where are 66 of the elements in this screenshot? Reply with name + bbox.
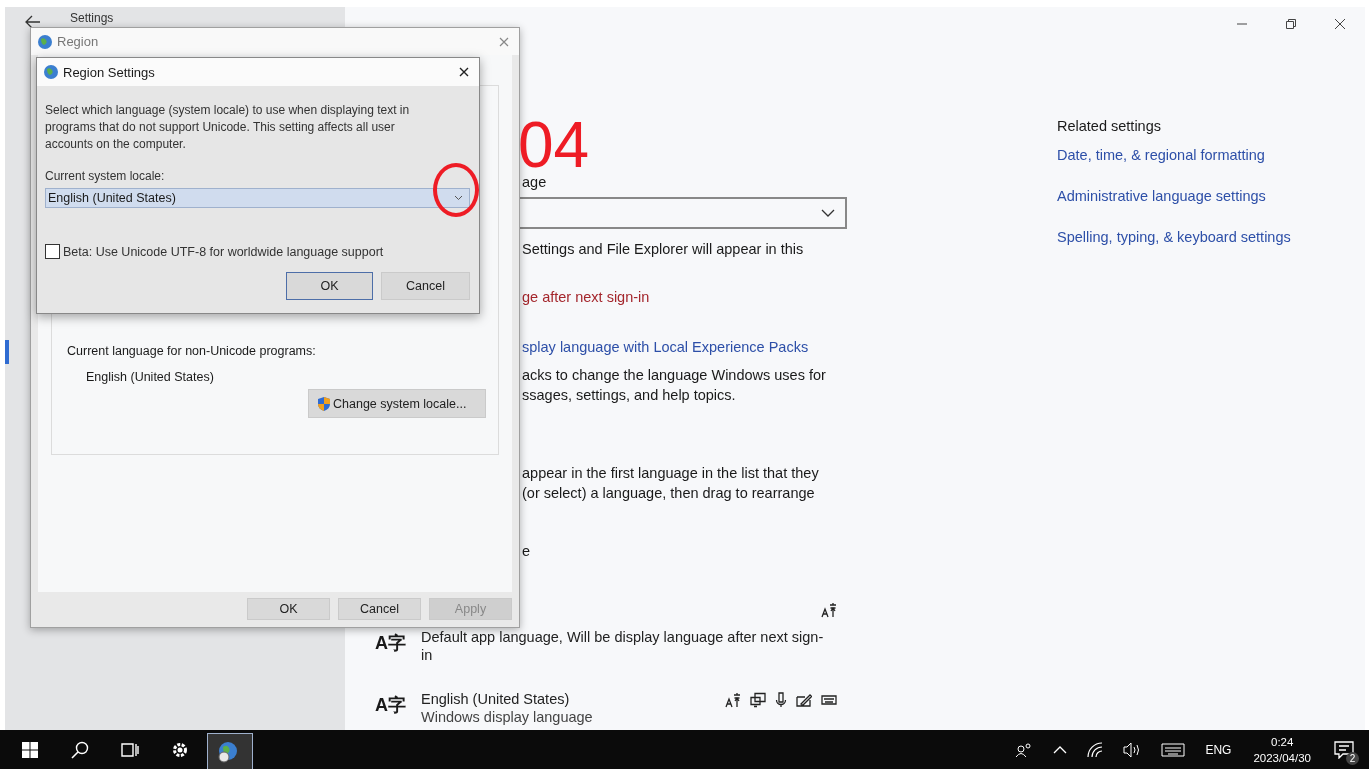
pen-icon — [796, 692, 812, 708]
chevron-up-icon[interactable] — [1053, 745, 1068, 754]
link[interactable]: Administrative language settings — [1057, 186, 1291, 206]
monitor-icon — [750, 692, 766, 708]
dialog-button[interactable]: OK — [247, 598, 330, 620]
language-description: Default app language, Will be display language after next sign-in — [421, 628, 825, 664]
annotation-circle — [433, 163, 479, 217]
microphone-icon — [775, 692, 787, 708]
field-label: Current language for non-Unicode programs: — [67, 344, 317, 358]
language-glyph: A字 — [375, 694, 407, 717]
language-pack-icon — [725, 692, 741, 708]
keyboard-icon[interactable] — [1161, 742, 1186, 757]
globe-icon — [37, 33, 53, 50]
volume-icon[interactable] — [1123, 741, 1142, 758]
people-icon[interactable] — [1015, 741, 1034, 758]
notification-count: 2 — [1346, 751, 1359, 765]
window-title: Settings — [70, 11, 114, 25]
close-icon[interactable] — [1334, 18, 1346, 30]
language-name: English (United States) — [421, 690, 570, 708]
text-fragment: appear in the first language in the list that they — [522, 464, 820, 483]
search-icon — [71, 740, 89, 759]
shield-icon — [317, 395, 331, 412]
section-heading: Related settings — [1057, 117, 1162, 136]
language-glyph: A字 — [375, 632, 407, 655]
nav-selection-bar — [5, 340, 9, 364]
text-fragment: (or select) a language, then drag to rearrange — [522, 484, 816, 503]
dialog-button[interactable]: Cancel — [381, 272, 470, 300]
link[interactable]: Date, time, & regional formatting — [1057, 145, 1291, 165]
globe-icon — [43, 64, 59, 80]
dialog-description: Select which language (system locale) to use when displaying text in programs that do not support Unicode. This setting affects all user accounts on the computer. — [45, 102, 411, 153]
text-fragment: age — [522, 173, 548, 192]
change-locale-button[interactable]: Change system locale... — [308, 389, 486, 418]
field-label: Current system locale: — [45, 169, 166, 183]
text-fragment: Settings and File Explorer will appear in this — [522, 240, 805, 259]
input-language[interactable]: ENG — [1205, 742, 1232, 757]
language-description: Windows display language — [421, 708, 593, 726]
dialog-title: Region — [57, 34, 100, 49]
keyboard-icon — [821, 694, 837, 706]
globe-clock-icon — [216, 740, 240, 764]
wifi-icon[interactable] — [1087, 741, 1104, 758]
text-fragment: ssages, settings, and help topics. — [522, 386, 737, 405]
back-arrow-icon[interactable] — [25, 15, 41, 29]
language-pack-icon — [821, 602, 837, 618]
dialog-button[interactable]: Cancel — [338, 598, 421, 620]
warning-text: ge after next sign-in — [522, 288, 651, 307]
taskbar-app[interactable] — [207, 732, 253, 769]
notification-button[interactable]: 2 — [1329, 734, 1359, 765]
start-icon[interactable] — [22, 741, 38, 758]
checkbox[interactable] — [45, 244, 60, 259]
text-fragment: acks to change the language Windows uses for — [522, 366, 827, 385]
task-view-icon — [121, 740, 139, 759]
clock-date[interactable]: 2023/04/30 — [1253, 749, 1311, 766]
clock-time[interactable]: 0:24 — [1271, 733, 1294, 750]
chevron-down-icon — [821, 209, 835, 217]
link[interactable]: splay language with Local Experience Packs — [522, 337, 847, 357]
restore-icon[interactable] — [1285, 18, 1297, 30]
dialog-button[interactable]: OK — [286, 272, 373, 300]
text-fragment: e — [522, 542, 532, 561]
chevron-down-icon — [454, 195, 463, 201]
field-value: English (United States) — [86, 370, 215, 384]
annotation-label: 04 — [518, 120, 590, 170]
close-icon[interactable] — [459, 67, 469, 77]
link[interactable]: Spelling, typing, & keyboard settings — [1057, 227, 1291, 247]
dialog-title: Region Settings — [63, 64, 156, 80]
dropdown-value: English (United States) — [48, 191, 176, 205]
checkbox-label: Beta: Use Unicode UTF-8 for worldwide language support — [63, 244, 384, 259]
